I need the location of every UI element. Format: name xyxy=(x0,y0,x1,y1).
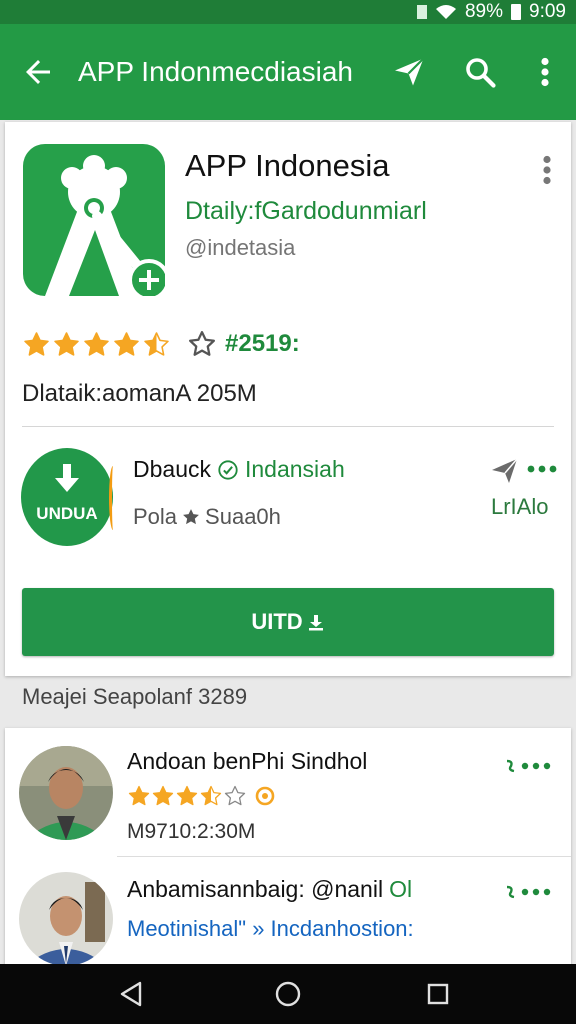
reviewer-name-line: Anbamisannbaig: @nanil Ol xyxy=(127,876,412,903)
sim-icon xyxy=(416,5,427,19)
divider xyxy=(22,426,554,427)
status-bar: 89% 9:09 xyxy=(0,0,576,24)
star-icon xyxy=(114,331,139,356)
app-bar-title: APP Indonmecdiasiah xyxy=(78,56,353,87)
star-icon xyxy=(84,331,109,356)
review-meta: M9710:2:30M xyxy=(127,820,256,843)
app-title: APP Indonesia xyxy=(185,148,390,183)
star-icon xyxy=(54,331,79,356)
publisher-sub-right: Suaa0h xyxy=(205,504,281,529)
download-badge-accent xyxy=(109,466,117,530)
app-logo-icon xyxy=(23,144,170,301)
nav-home-icon[interactable] xyxy=(272,978,304,1010)
app-details-card: APP Indonesia Dtaily:fGardodunmiarl @ind… xyxy=(5,122,571,676)
review-more-icon[interactable] xyxy=(505,884,555,900)
publisher-link[interactable]: Indansiah xyxy=(245,456,345,483)
rating-stars xyxy=(22,330,171,359)
reviewer-name: Anbamisannbaig: @nanil xyxy=(127,876,384,902)
clock: 9:09 xyxy=(529,1,566,22)
battery-icon xyxy=(511,4,522,20)
publisher-side-label: LrIAlo xyxy=(491,494,549,519)
review-divider xyxy=(117,856,571,857)
publisher-name: Dbauck xyxy=(133,456,211,482)
status-indicators: 89% 9:09 xyxy=(416,0,566,24)
developer-link[interactable]: Dtaily:fGardodunmiarl xyxy=(185,196,427,226)
star-icon xyxy=(200,785,222,806)
star-icon xyxy=(224,785,246,806)
reviewer-avatar[interactable] xyxy=(19,746,113,840)
star-icon xyxy=(176,785,198,806)
download-badge-label: UNDUA xyxy=(36,504,98,523)
star-icon xyxy=(128,785,150,806)
nav-back-icon[interactable] xyxy=(116,978,148,1010)
publisher-line: Dbauck Indansiah xyxy=(133,456,345,483)
install-button[interactable]: UITD xyxy=(22,588,554,656)
install-download-icon xyxy=(308,615,323,631)
review-more-icon[interactable] xyxy=(505,758,555,774)
reviews-section-header: Meajei Seapolanf 3289 xyxy=(22,684,248,709)
reviewer-avatar[interactable] xyxy=(19,872,113,966)
rating-count: #2519: xyxy=(225,330,300,357)
review-subtitle[interactable]: Meotinishal" » Incdanhostion: xyxy=(127,916,414,942)
verified-icon xyxy=(218,459,238,480)
review-badge-icon xyxy=(255,786,275,806)
reviewer-badge: Ol xyxy=(389,876,413,902)
reviews-card: Andoan benPhi Sindhol M9710:2:30M Anbami… xyxy=(5,728,571,968)
nav-recents-icon[interactable] xyxy=(422,978,454,1010)
wifi-icon xyxy=(435,5,456,19)
share-icon[interactable] xyxy=(489,456,521,486)
star-icon xyxy=(183,509,199,525)
reviewer-name: Andoan benPhi Sindhol xyxy=(127,748,368,774)
rate-star-icon[interactable] xyxy=(187,329,217,359)
size-info: Dlataik:aomanA 205M xyxy=(22,380,257,407)
back-arrow-icon[interactable] xyxy=(20,54,56,90)
download-icon xyxy=(55,464,79,492)
publisher-sub-left: Pola xyxy=(133,504,178,529)
install-button-label: UITD xyxy=(251,609,303,634)
publisher-more-icon[interactable] xyxy=(527,462,557,476)
app-handle: @indetasia xyxy=(185,235,296,260)
search-icon[interactable] xyxy=(462,54,498,90)
star-icon xyxy=(144,331,169,356)
rating-row: #2519: xyxy=(22,326,300,362)
more-vert-icon[interactable] xyxy=(530,54,560,90)
publisher-subline: Pola Suaa0h xyxy=(133,504,281,530)
app-bar: APP Indonmecdiasiah xyxy=(0,24,576,120)
card-more-icon[interactable] xyxy=(537,152,557,188)
download-badge[interactable]: UNDUA xyxy=(21,448,113,546)
star-icon xyxy=(152,785,174,806)
review-stars xyxy=(127,784,277,808)
send-icon[interactable] xyxy=(392,54,428,90)
battery-percent: 89% xyxy=(464,1,504,22)
star-icon xyxy=(24,331,49,356)
system-nav-bar xyxy=(0,964,576,1024)
